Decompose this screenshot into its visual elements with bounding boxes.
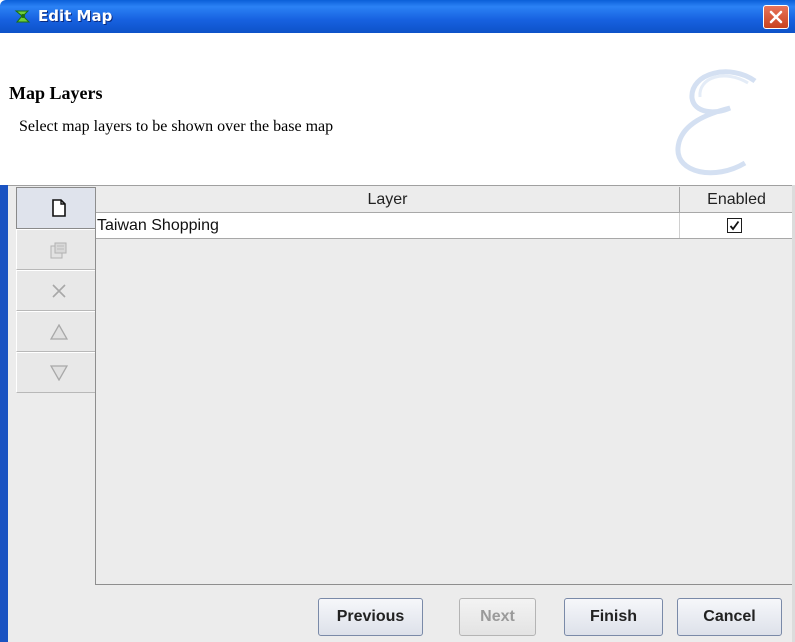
table-row[interactable]: Taiwan Shopping <box>96 213 793 239</box>
layers-panel: Layer Enabled Taiwan Shopping Previous N… <box>8 185 793 642</box>
checkmark-icon <box>729 220 740 231</box>
page-title: Map Layers <box>9 83 103 103</box>
next-button[interactable]: Next <box>459 598 536 636</box>
column-header-layer[interactable]: Layer <box>96 187 680 212</box>
page-subtitle: Select map layers to be shown over the b… <box>19 118 334 135</box>
layer-name-cell[interactable]: Taiwan Shopping <box>96 213 680 238</box>
properties-icon <box>50 242 66 258</box>
delete-icon <box>51 283 66 298</box>
wizard-header: Map Layers Select map layers to be shown… <box>0 33 795 185</box>
new-layer-button[interactable] <box>16 187 101 229</box>
map-app-icon <box>14 7 32 25</box>
move-layer-down-button[interactable] <box>16 352 101 393</box>
title-bar[interactable]: Edit Map <box>0 0 795 33</box>
move-layer-up-button[interactable] <box>16 311 101 352</box>
move-up-icon <box>49 323 68 340</box>
cancel-button[interactable]: Cancel <box>677 598 782 636</box>
layer-properties-button[interactable] <box>16 229 101 270</box>
new-layer-icon <box>51 199 66 217</box>
window-left-border <box>0 185 8 642</box>
close-button[interactable] <box>763 5 789 29</box>
delete-layer-button[interactable] <box>16 270 101 311</box>
move-down-icon <box>49 364 68 381</box>
finish-button[interactable]: Finish <box>564 598 663 636</box>
layer-enabled-cell <box>680 213 793 238</box>
layer-toolbar <box>16 187 101 393</box>
layers-table: Layer Enabled Taiwan Shopping <box>95 187 793 585</box>
script-e-watermark-icon <box>675 69 757 176</box>
column-header-enabled[interactable]: Enabled <box>680 187 793 212</box>
table-header: Layer Enabled <box>96 187 793 213</box>
layer-enabled-checkbox[interactable] <box>727 218 742 233</box>
close-icon <box>769 10 783 24</box>
previous-button[interactable]: Previous <box>318 598 423 636</box>
window-title: Edit Map <box>38 7 113 25</box>
